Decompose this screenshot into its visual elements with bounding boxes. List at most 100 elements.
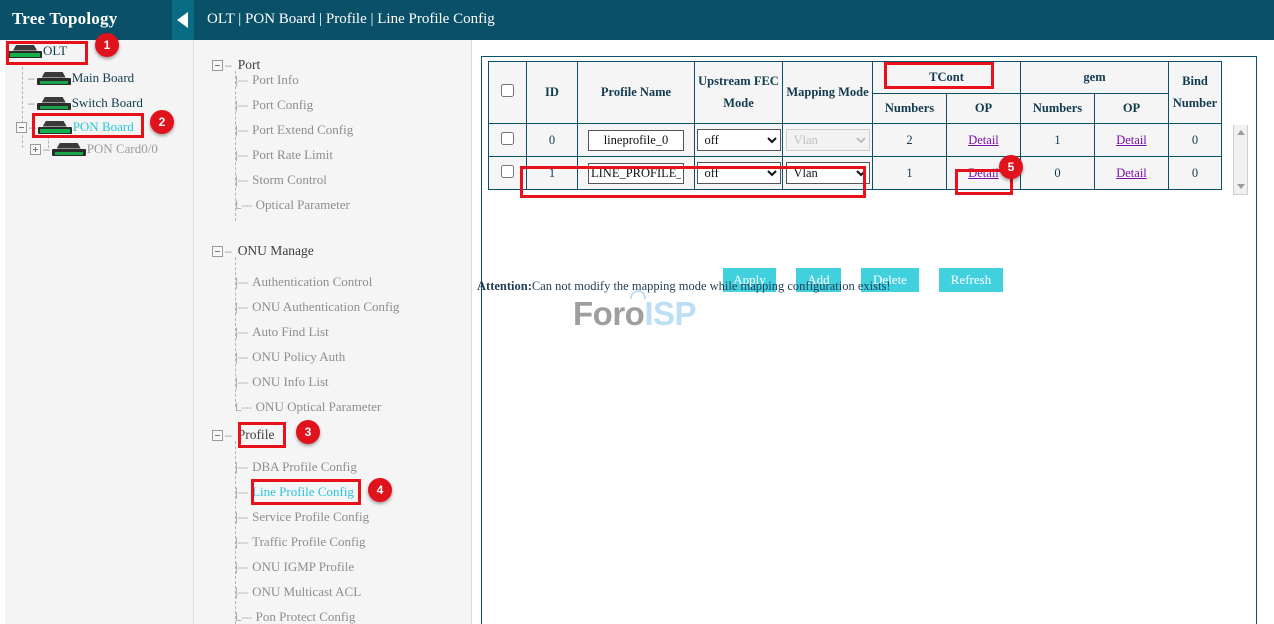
breadcrumb: OLT | PON Board | Profile | Line Profile… (207, 11, 495, 28)
nav-item-label: ONU Info List (252, 374, 329, 390)
fec-mode-select[interactable]: off (697, 162, 781, 184)
caret-left-icon (177, 12, 188, 28)
row-checkbox[interactable] (501, 132, 514, 145)
nav-item-port-config[interactable]: |--- Port Config (235, 97, 313, 113)
nav-item-onu-optical-parameter[interactable]: L--- ONU Optical Parameter (235, 399, 381, 415)
nav-group-profile[interactable]: – Profile (212, 427, 274, 443)
nav-item-onu-multicast-acl[interactable]: |--- ONU Multicast ACL (235, 584, 361, 600)
nav-item-label: ONU Authentication Config (252, 299, 399, 315)
nav-branch-dash: |--- (235, 173, 248, 187)
nav-item-label: Authentication Control (252, 274, 372, 290)
cell-bind-number: 0 (1169, 157, 1222, 190)
device-icon (38, 121, 72, 134)
nav-item-port-info[interactable]: |--- Port Info (235, 72, 299, 88)
device-icon (37, 72, 71, 85)
col-header-bind-line2: Number (1169, 93, 1221, 114)
cell-id: 0 (527, 124, 578, 157)
tree-toggle-plus-icon[interactable] (30, 144, 41, 155)
nav-item-authentication-control[interactable]: |--- Authentication Control (235, 274, 372, 290)
nav-item-port-extend-config[interactable]: |--- Port Extend Config (235, 122, 353, 138)
nav-item-port-rate-limit[interactable]: |--- Port Rate Limit (235, 147, 333, 163)
col-header-upstream-fec-mode: Upstream FEC Mode (695, 62, 783, 124)
tree-branch-dash: – (29, 120, 36, 134)
tree-node-switch-board[interactable]: – Switch Board (26, 95, 143, 111)
table-row[interactable]: 1 off Vlan (489, 157, 1222, 190)
nav-item-onu-policy-auth[interactable]: |--- ONU Policy Auth (235, 349, 345, 365)
nav-item-label: Pon Protect Config (256, 609, 356, 624)
attention-text: Can not modify the mapping mode while ma… (532, 279, 891, 293)
refresh-button[interactable]: Refresh (939, 268, 1003, 292)
profile-name-input[interactable] (588, 163, 684, 184)
tree-toggle-minus-icon[interactable] (16, 122, 27, 133)
nav-branch-dash: |--- (235, 98, 248, 112)
nav-toggle-minus-icon[interactable] (212, 430, 223, 441)
caret-up-icon[interactable] (1237, 130, 1245, 135)
nav-branch-dash: |--- (235, 300, 248, 314)
cell-gem-op: Detail (1095, 157, 1169, 190)
nav-item-service-profile-config[interactable]: |--- Service Profile Config (235, 509, 369, 525)
nav-item-auto-find-list[interactable]: |--- Auto Find List (235, 324, 329, 340)
fec-mode-select[interactable]: off (697, 129, 781, 151)
nav-toggle-minus-icon[interactable] (212, 60, 223, 71)
nav-item-dba-profile-config[interactable]: |--- DBA Profile Config (235, 459, 357, 475)
row-select-cell (489, 157, 527, 190)
tcont-detail-link[interactable]: Detail (968, 133, 999, 147)
tree-node-olt[interactable]: OLT (8, 43, 67, 59)
cell-mapping-mode: Vlan (783, 157, 873, 190)
mapping-mode-select: Vlan (786, 129, 870, 151)
attention-label: Attention: (477, 279, 532, 293)
tree-collapse-button[interactable] (172, 0, 194, 40)
watermark-part2: ISP (644, 295, 696, 332)
nav-item-label: Optical Parameter (256, 197, 350, 213)
nav-item-label: ONU Optical Parameter (256, 399, 382, 415)
tree-node-main-board[interactable]: – Main Board (26, 70, 134, 86)
nav-item-onu-authentication-config[interactable]: |--- ONU Authentication Config (235, 299, 399, 315)
tree-panel-gutter (0, 40, 5, 624)
nav-item-optical-parameter[interactable]: L--- Optical Parameter (235, 197, 350, 213)
cell-mapping-mode: Vlan (783, 124, 873, 157)
gem-detail-link[interactable]: Detail (1116, 133, 1147, 147)
content-header-bar: OLT | PON Board | Profile | Line Profile… (194, 0, 1274, 40)
nav-item-traffic-profile-config[interactable]: |--- Traffic Profile Config (235, 534, 366, 550)
nav-item-pon-protect-config[interactable]: L--- Pon Protect Config (235, 609, 355, 624)
nav-group-label: Port (238, 57, 261, 73)
select-all-checkbox[interactable] (501, 84, 514, 97)
gem-detail-link[interactable]: Detail (1116, 166, 1147, 180)
tcont-detail-link[interactable]: Detail (968, 166, 999, 180)
col-header-mapping-mode: Mapping Mode (783, 62, 873, 124)
col-header-profile-name: Profile Name (578, 62, 695, 124)
nav-item-onu-info-list[interactable]: |--- ONU Info List (235, 374, 329, 390)
tree-node-pon-board[interactable]: – PON Board (16, 119, 134, 135)
nav-item-onu-igmp-profile[interactable]: |--- ONU IGMP Profile (235, 559, 354, 575)
nav-group-onu-manage[interactable]: – ONU Manage (212, 243, 314, 259)
caret-down-icon[interactable] (1237, 184, 1245, 189)
nav-branch-dash: L--- (235, 610, 252, 624)
row-checkbox[interactable] (501, 165, 514, 178)
nav-group-label: Profile (238, 427, 275, 443)
nav-group-port[interactable]: – Port (212, 57, 260, 73)
tree-node-pon-card[interactable]: – PON Card0/0 (30, 141, 158, 157)
nav-item-label: Line Profile Config (252, 484, 354, 500)
table-row[interactable]: 0 off Vlan (489, 124, 1222, 157)
nav-item-storm-control[interactable]: |--- Storm Control (235, 172, 327, 188)
nav-item-line-profile-config[interactable]: |--- Line Profile Config (235, 484, 354, 500)
mapping-mode-select[interactable]: Vlan (786, 162, 870, 184)
col-header-bind-number: Bind Number (1169, 62, 1222, 124)
col-group-header-gem: gem (1021, 62, 1169, 94)
nav-toggle-minus-icon[interactable] (212, 246, 223, 257)
col-header-tcont-op: OP (947, 94, 1021, 124)
col-group-header-tcont: TCont (873, 62, 1021, 94)
profile-name-input[interactable] (588, 130, 684, 151)
row-select-cell (489, 124, 527, 157)
nav-item-label: Service Profile Config (252, 509, 369, 525)
tree-node-label: PON Card0/0 (87, 141, 158, 157)
tree-node-label: Main Board (72, 70, 134, 86)
table-vertical-scrollbar[interactable] (1233, 125, 1248, 195)
tree-topology-panel: Tree Topology OLT – Main Board – (0, 0, 194, 624)
nav-branch-dash: |--- (235, 73, 248, 87)
nav-item-label: Traffic Profile Config (252, 534, 365, 550)
nav-item-label: Auto Find List (252, 324, 329, 340)
nav-branch-dash: |--- (235, 510, 248, 524)
line-profile-table: ID Profile Name Upstream FEC Mode Mappin… (488, 61, 1222, 190)
nav-branch-dash: |--- (235, 375, 248, 389)
